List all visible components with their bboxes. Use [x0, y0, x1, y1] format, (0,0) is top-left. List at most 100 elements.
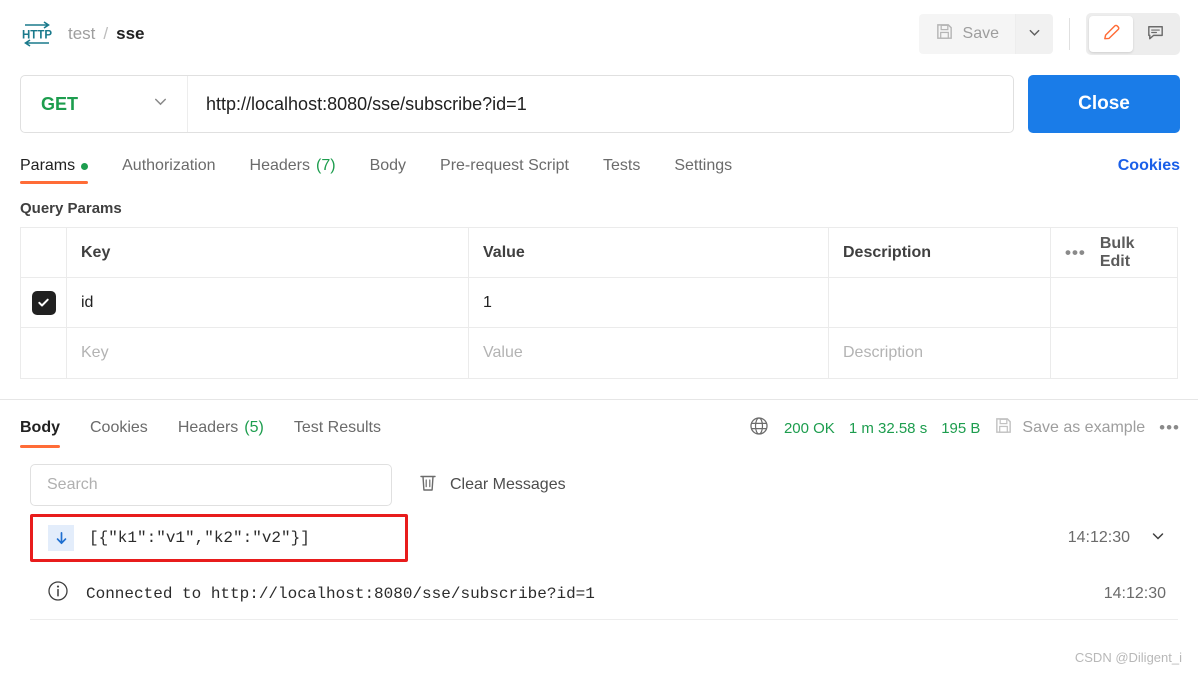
- method-label: GET: [41, 93, 79, 114]
- tab-tests[interactable]: Tests: [603, 157, 640, 184]
- tab-body-label: Body: [369, 157, 407, 174]
- url-input[interactable]: [188, 76, 1013, 132]
- response-time: 1 m 32.58 s: [848, 419, 928, 437]
- tab-params-label: Params: [20, 157, 76, 174]
- table-placeholder-row: Key Value Description: [21, 328, 1177, 378]
- placeholder-value[interactable]: Value: [469, 328, 829, 378]
- status-code: 200 OK: [783, 419, 835, 437]
- window-header: HTTP test / sse Save: [0, 0, 1198, 68]
- header-divider: [1069, 18, 1070, 50]
- table-header-value: Value: [469, 228, 829, 277]
- floppy-disk-icon: [935, 22, 954, 46]
- response-tab-headers[interactable]: Headers (5): [178, 400, 264, 456]
- tab-tests-label: Tests: [602, 157, 641, 174]
- arrow-down-icon: [48, 525, 74, 551]
- comment-button[interactable]: [1133, 16, 1177, 52]
- table-header-key: Key: [67, 228, 469, 277]
- breadcrumb[interactable]: test / sse: [68, 24, 145, 44]
- message-meta-1: 14:12:30: [1104, 585, 1166, 603]
- table-header-description: Description: [829, 228, 1051, 277]
- message-meta-0: 14:12:30: [1068, 528, 1178, 549]
- watermark: CSDN @Diligent_i: [1074, 650, 1182, 665]
- response-meta: 200 OK 1 m 32.58 s 195 B Save as example…: [748, 415, 1180, 442]
- placeholder-description[interactable]: Description: [829, 328, 1051, 378]
- tab-settings[interactable]: Settings: [674, 157, 732, 184]
- postman-request-window: HTTP test / sse Save GET http://localhos…: [0, 0, 1198, 681]
- table-row: id 1: [21, 278, 1177, 328]
- request-tabs: Params Authorization Headers (7) Body Pr…: [0, 140, 1198, 184]
- tab-headers[interactable]: Headers (7): [250, 157, 336, 184]
- header-actions: Save: [918, 13, 1180, 55]
- response-tab-body[interactable]: Body: [20, 400, 60, 456]
- message-body: Connected to http://localhost:8080/sse/s…: [86, 584, 595, 603]
- comment-icon: [1145, 22, 1166, 46]
- messages-toolbar: Clear Messages: [0, 456, 1198, 514]
- params-modified-dot: [81, 162, 89, 170]
- message-timestamp: 14:12:30: [1103, 584, 1166, 602]
- tab-settings-label: Settings: [674, 157, 733, 174]
- message-timestamp: 14:12:30: [1067, 529, 1130, 546]
- save-options-dropdown[interactable]: [1015, 14, 1053, 54]
- http-protocol-icon: HTTP: [20, 19, 54, 49]
- message-info-icon-wrap: [30, 579, 86, 608]
- tab-body[interactable]: Body: [370, 157, 406, 184]
- message-body: [{"k1":"v1","k2":"v2"}]: [89, 529, 310, 547]
- floppy-disk-icon: [994, 416, 1013, 440]
- message-direction-icon-wrap: [33, 525, 89, 551]
- trash-icon: [418, 472, 438, 498]
- ellipsis-icon[interactable]: •••: [1159, 418, 1180, 438]
- message-row[interactable]: Connected to http://localhost:8080/sse/s…: [30, 568, 1178, 620]
- breadcrumb-separator: /: [103, 24, 109, 43]
- placeholder-key[interactable]: Key: [67, 328, 469, 378]
- row-checkbox[interactable]: [31, 290, 56, 315]
- tab-params[interactable]: Params: [20, 157, 89, 184]
- response-tab-test-results[interactable]: Test Results: [294, 400, 381, 456]
- url-bar-row: GET Close: [0, 68, 1198, 140]
- row-key[interactable]: id: [67, 278, 469, 327]
- ellipsis-icon[interactable]: •••: [1065, 243, 1086, 263]
- table-header-checkbox-cell: [21, 228, 67, 277]
- url-bar: GET: [20, 75, 1014, 133]
- tab-authorization-label: Authorization: [122, 157, 216, 174]
- chevron-down-icon: [1027, 25, 1042, 43]
- response-tab-headers-label: Headers: [177, 419, 239, 436]
- view-mode-group: [1086, 13, 1180, 55]
- save-as-example-button[interactable]: Save as example: [994, 416, 1145, 440]
- clear-messages-button[interactable]: Clear Messages: [418, 472, 566, 498]
- save-button-label: Save: [962, 25, 999, 42]
- messages-list: [{"k1":"v1","k2":"v2"}] 14:12:30 Connect…: [0, 514, 1198, 620]
- query-params-table: Key Value Description ••• Bulk Edit id 1: [20, 227, 1178, 379]
- chevron-down-icon: [152, 93, 169, 115]
- response-tabs: Body Cookies Headers (5) Test Results 20…: [0, 400, 1198, 456]
- close-button[interactable]: Close: [1028, 75, 1180, 133]
- chevron-down-icon[interactable]: [1150, 528, 1166, 549]
- row-checkbox-cell: [21, 278, 67, 327]
- table-header-bulk-cell: ••• Bulk Edit: [1051, 228, 1177, 277]
- placeholder-actions-cell: [1051, 328, 1177, 378]
- query-params-title: Query Params: [20, 200, 122, 217]
- pencil-icon: [1101, 22, 1122, 46]
- tab-pre-request-script-label: Pre-request Script: [440, 157, 569, 174]
- edit-mode-button[interactable]: [1089, 16, 1133, 52]
- method-select[interactable]: GET: [21, 76, 187, 132]
- svg-text:HTTP: HTTP: [22, 30, 52, 42]
- tab-headers-count: (7): [316, 157, 336, 174]
- response-tab-headers-count: (5): [244, 419, 264, 436]
- breadcrumb-current[interactable]: sse: [116, 24, 144, 44]
- clear-messages-label: Clear Messages: [450, 476, 566, 493]
- row-description[interactable]: [829, 278, 1051, 327]
- save-as-example-label: Save as example: [1022, 419, 1146, 436]
- info-circle-icon: [46, 579, 70, 608]
- bulk-edit-button[interactable]: Bulk Edit: [1100, 235, 1163, 271]
- row-value[interactable]: 1: [469, 278, 829, 327]
- save-button[interactable]: Save: [918, 14, 1015, 54]
- message-row-highlighted[interactable]: [{"k1":"v1","k2":"v2"}]: [30, 514, 408, 562]
- breadcrumb-parent[interactable]: test: [68, 24, 95, 44]
- tab-pre-request-script[interactable]: Pre-request Script: [440, 157, 569, 184]
- globe-icon: [748, 415, 770, 442]
- search-input[interactable]: [30, 464, 392, 506]
- cookies-link[interactable]: Cookies: [1118, 157, 1180, 184]
- tab-authorization[interactable]: Authorization: [122, 157, 215, 184]
- row-actions-cell: [1051, 278, 1177, 327]
- response-tab-cookies[interactable]: Cookies: [90, 400, 148, 456]
